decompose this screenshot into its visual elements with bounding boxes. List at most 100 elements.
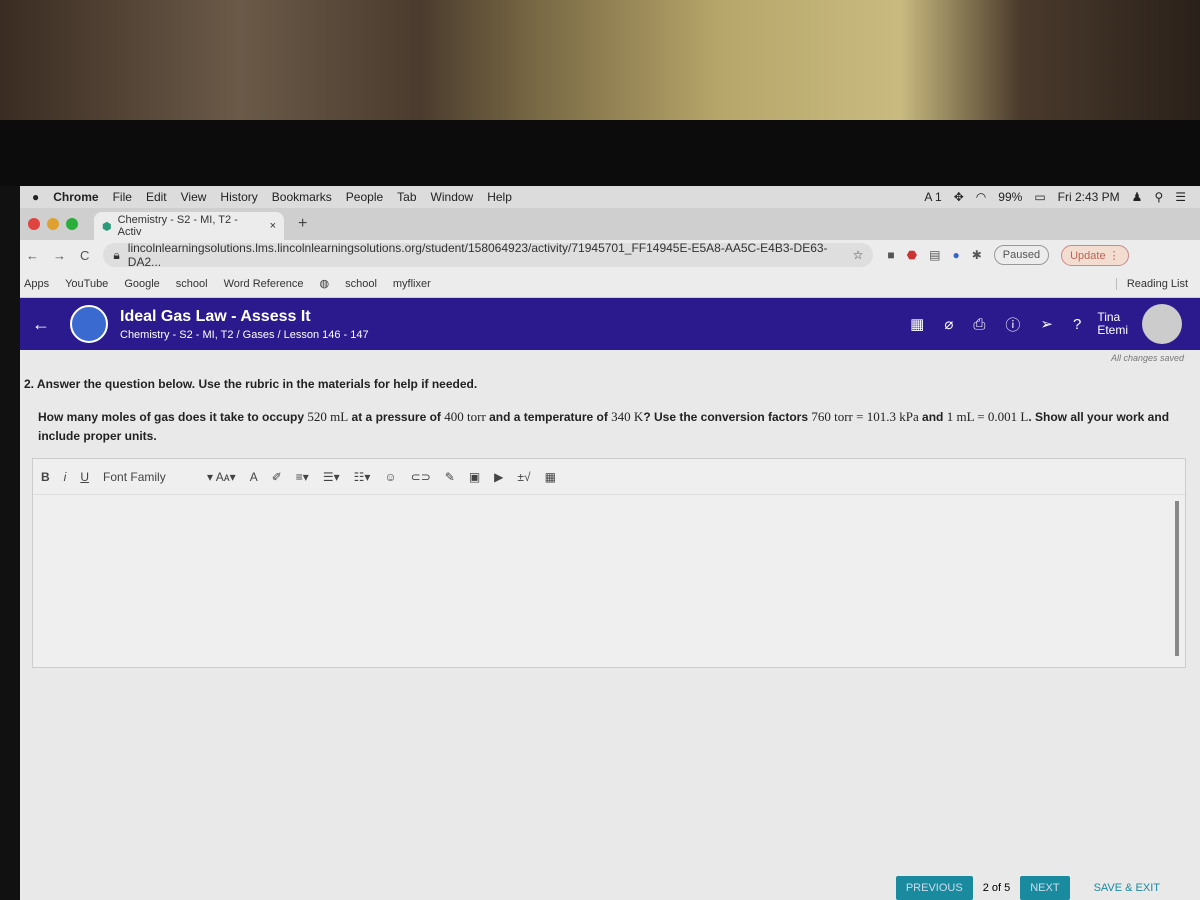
unordered-list-icon[interactable]: ☷▾	[354, 470, 371, 484]
dropbox-icon[interactable]: ✥	[954, 190, 964, 204]
bookmark-google[interactable]: Google	[124, 278, 159, 290]
font-size-select[interactable]: ▾ Aᴀ▾	[207, 470, 236, 484]
emoji-icon[interactable]: ☺	[384, 470, 396, 484]
apple-icon[interactable]: ●	[32, 190, 39, 204]
adobe-count: 1	[935, 190, 942, 204]
navigation-footer: PREVIOUS 2 of 5 NEXT SAVE & EXIT	[895, 876, 1160, 900]
menu-help[interactable]: Help	[487, 190, 512, 204]
menu-view[interactable]: View	[181, 190, 207, 204]
monitor-bezel	[0, 120, 1200, 186]
ordered-list-icon[interactable]: ☰▾	[323, 470, 340, 484]
course-logo	[70, 305, 108, 343]
bookmark-myflixer[interactable]: myflixer	[393, 278, 431, 290]
user-icon[interactable]: ♟	[1132, 190, 1143, 204]
menu-file[interactable]: File	[113, 190, 132, 204]
user-name[interactable]: Tina Etemi	[1097, 311, 1128, 337]
bookmark-school-2[interactable]: school	[345, 278, 377, 290]
menu-window[interactable]: Window	[431, 190, 474, 204]
reload-icon[interactable]: C	[80, 248, 89, 263]
pencil-icon[interactable]: ✎	[445, 470, 455, 484]
tab-title: Chemistry - S2 - MI, T2 - Activ	[117, 214, 238, 238]
menu-chrome[interactable]: Chrome	[53, 190, 98, 204]
back-arrow-icon[interactable]: ←	[32, 314, 50, 335]
close-tab-icon[interactable]: ×	[270, 220, 276, 232]
zoom-window-button[interactable]	[66, 218, 78, 230]
puzzle-icon[interactable]: ✱	[972, 248, 982, 262]
lock-icon: 🔒︎	[113, 247, 120, 262]
answer-editor[interactable]: B i U Font Family ▾ Aᴀ▾ A ✐ ≡▾ ☰▾ ☷▾ ☺ ⊂…	[32, 458, 1186, 668]
underline-button[interactable]: U	[80, 470, 89, 484]
bookmark-word-reference[interactable]: Word Reference	[224, 278, 304, 290]
spotlight-icon[interactable]: ⚲	[1154, 190, 1163, 204]
paperclip-icon[interactable]: ⌀	[944, 315, 953, 333]
page-title: Ideal Gas Law - Assess It	[120, 307, 311, 325]
extension-icon[interactable]: ▤	[929, 248, 940, 262]
bookmark-globe-icon[interactable]: ◍	[319, 277, 329, 290]
notification-center-icon[interactable]: ☰	[1175, 190, 1186, 204]
question-text: How many moles of gas does it take to oc…	[38, 409, 1170, 443]
tab-strip: ⬢ Chemistry - S2 - MI, T2 - Activ × +	[20, 208, 1200, 240]
adblock-icon[interactable]: ⬣	[907, 248, 917, 262]
url-text: lincolnlearningsolutions.lms.lincolnlear…	[127, 241, 828, 269]
menu-edit[interactable]: Edit	[146, 190, 167, 204]
save-exit-button[interactable]: SAVE & EXIT	[1094, 882, 1160, 894]
wifi-icon[interactable]: ◠	[976, 190, 986, 204]
print-icon[interactable]: ⎙	[973, 316, 985, 333]
next-button[interactable]: NEXT	[1020, 876, 1070, 900]
save-status: All changes saved	[1110, 353, 1184, 363]
extensions: ■ ⬣ ▤ ● ✱ Paused Update ⋮	[887, 244, 1129, 266]
text-color-icon[interactable]: A	[250, 470, 258, 484]
profile-paused-button[interactable]: Paused	[993, 245, 1050, 265]
adobe-icon[interactable]: A 1	[924, 190, 941, 204]
bookmark-star-icon[interactable]: ☆	[853, 248, 864, 262]
bookmark-apps[interactable]: Apps	[24, 278, 49, 290]
image-icon[interactable]: ▣	[469, 470, 480, 484]
math-icon[interactable]: ±√	[517, 470, 530, 484]
font-family-select[interactable]: Font Family	[103, 470, 193, 484]
menu-bookmarks[interactable]: Bookmarks	[272, 190, 332, 204]
update-button[interactable]: Update ⋮	[1061, 244, 1129, 266]
menu-history[interactable]: History	[220, 190, 257, 204]
bold-button[interactable]: B	[41, 470, 50, 484]
link-icon[interactable]: ⊂⊃	[411, 470, 431, 484]
bookmark-school[interactable]: school	[176, 278, 208, 290]
new-tab-button[interactable]: +	[298, 215, 307, 233]
reading-list-button[interactable]: Reading List	[1115, 277, 1200, 290]
mac-menubar: ● Chrome File Edit View History Bookmark…	[20, 186, 1200, 208]
extension-square-icon[interactable]: ■	[887, 248, 894, 262]
back-icon[interactable]: ←	[26, 248, 39, 263]
lms-header: ← Ideal Gas Law - Assess It Chemistry - …	[20, 298, 1200, 350]
video-icon[interactable]: ▶	[494, 470, 503, 484]
editor-toolbar: B i U Font Family ▾ Aᴀ▾ A ✐ ≡▾ ☰▾ ☷▾ ☺ ⊂…	[33, 459, 1185, 495]
question-instruction: 2. Answer the question below. Use the ru…	[24, 377, 478, 391]
clock[interactable]: Fri 2:43 PM	[1058, 190, 1120, 204]
bookmarks-bar: Apps YouTube Google school Word Referenc…	[20, 270, 1200, 298]
tab-chemistry[interactable]: ⬢ Chemistry - S2 - MI, T2 - Activ ×	[94, 212, 284, 240]
help-icon[interactable]: ?	[1073, 316, 1081, 333]
editor-scrollbar[interactable]	[1175, 501, 1179, 656]
italic-button[interactable]: i	[64, 470, 67, 484]
menu-tab[interactable]: Tab	[397, 190, 416, 204]
info-icon[interactable]: ⓘ	[1005, 314, 1020, 335]
table-icon[interactable]: ▦	[545, 470, 556, 484]
calculator-icon[interactable]: ▦	[910, 315, 924, 333]
avatar[interactable]	[1142, 304, 1182, 344]
extension-circle-icon[interactable]: ●	[952, 248, 959, 262]
minimize-window-button[interactable]	[47, 218, 59, 230]
favicon-icon: ⬢	[102, 220, 112, 233]
menu-people[interactable]: People	[346, 190, 383, 204]
user-last-name: Etemi	[1097, 323, 1128, 337]
address-bar[interactable]: 🔒︎ lincolnlearningsolutions.lms.lincolnl…	[103, 241, 874, 269]
window-controls	[28, 218, 78, 230]
align-icon[interactable]: ≡▾	[296, 470, 309, 484]
page-indicator: 2 of 5	[982, 882, 1011, 894]
battery-percent[interactable]: 99%	[998, 190, 1022, 204]
screen: ● Chrome File Edit View History Bookmark…	[20, 186, 1200, 900]
close-window-button[interactable]	[28, 218, 40, 230]
bookmark-youtube[interactable]: YouTube	[65, 278, 108, 290]
toolbar: ← → C 🔒︎ lincolnlearningsolutions.lms.li…	[20, 240, 1200, 270]
previous-button[interactable]: PREVIOUS	[895, 876, 973, 900]
forward-icon[interactable]: →	[53, 248, 66, 263]
send-icon[interactable]: ➢	[1040, 315, 1053, 333]
highlight-icon[interactable]: ✐	[272, 470, 282, 484]
